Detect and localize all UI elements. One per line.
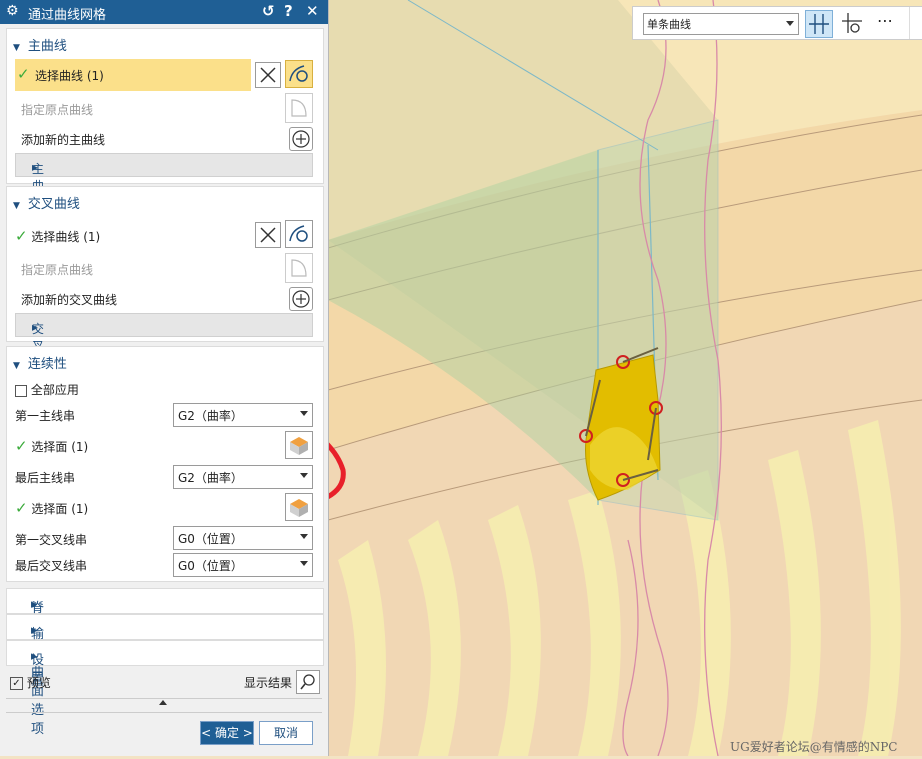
last-primary-label: 最后主线串 [15,471,76,485]
apply-all-checkbox[interactable]: 全部应用 [15,381,79,398]
cross-curves-header[interactable]: ▼ 交叉曲线 [13,193,80,212]
more-options-icon[interactable]: ⋯ [877,11,893,30]
close-button[interactable]: ✕ [306,2,319,20]
last-primary-dropdown[interactable]: G2（曲率） [173,465,313,489]
collapse-up-icon[interactable] [159,700,167,705]
add-cross-curve-icon[interactable] [289,287,313,311]
help-button[interactable]: ? [284,2,293,20]
dropdown-arrow-icon [300,534,308,539]
main-curve-list-toggle[interactable]: ▸ 主曲线列表 [15,153,313,244]
check-icon: ✓ [15,437,28,455]
divider [6,712,322,713]
cross-curves-select-label: 选择曲线 (1) [31,230,101,244]
collapse-triangle-icon: ▼ [13,201,20,211]
select-face-2-row[interactable]: ✓ 选择面 (1) [15,499,88,517]
reset-icon[interactable]: ↺ [262,2,275,20]
cross-curves-select-row[interactable]: ✓ 选择曲线 (1) [15,227,100,245]
first-primary-label: 第一主线串 [15,409,76,423]
add-main-curve-label: 添加新的主曲线 [21,133,106,147]
last-cross-label: 最后交叉线串 [15,559,88,573]
stop-at-intersection-icon[interactable] [839,10,865,36]
watermark-text: UG爱好者论坛@有情感的NPC [730,740,898,754]
show-result-label: 显示结果 [244,676,293,690]
dropdown-arrow-icon [300,473,308,478]
dialog-title: 通过曲线网格 [28,8,107,23]
gear-icon[interactable]: ⚙ [6,3,19,19]
main-origin-curve-label: 指定原点曲线 [21,103,94,117]
continuity-section: ▼ 连续性 全部应用 第一主线串 G2（曲率） ✓ 选择面 (1) 最后主线串 G… [6,346,324,582]
cross-origin-curve-label: 指定原点曲线 [21,263,94,277]
dropdown-arrow-icon [786,21,794,26]
main-curves-select-label: 选择曲线 (1) [35,69,104,83]
dialog-title-bar: ⚙ 通过曲线网格 ↺ ? ✕ [0,0,328,24]
main-curves-header[interactable]: ▼ 主曲线 [13,35,67,54]
dropdown-arrow-icon [300,411,308,416]
first-cross-label: 第一交叉线串 [15,533,88,547]
preview-checkbox[interactable]: ✓ 预览 [10,674,51,691]
continuity-header[interactable]: ▼ 连续性 [13,353,67,372]
first-primary-dropdown[interactable]: G2（曲率） [173,403,313,427]
last-cross-dropdown[interactable]: G0（位置） [173,553,313,577]
cross-curves-section: ▼交叉曲线 ✓ 选择曲线 (1) 指定原点曲线 添加新的交叉曲线 ▸ 交叉曲线列… [6,186,324,421]
curve-select-icon[interactable] [285,220,313,248]
output-options-section[interactable]: ▸ 输出曲面选项 [6,614,324,737]
face-select-icon[interactable] [285,493,313,521]
ok-button[interactable]: < 确定 > [200,721,254,745]
curve-select-icon[interactable] [285,60,313,88]
cancel-button[interactable]: 取消 [259,721,313,745]
main-curves-select-row[interactable]: ✓ 选择曲线 (1) [15,59,251,91]
selection-filter-dropdown[interactable]: 单条曲线 [643,13,799,35]
add-cross-curve-label: 添加新的交叉曲线 [21,293,118,307]
origin-curve-icon[interactable] [285,93,313,123]
spine-section[interactable]: ▸ 脊线 [6,588,324,635]
divider [909,7,910,39]
add-main-curve-icon[interactable] [289,127,313,151]
select-face-1-row[interactable]: ✓ 选择面 (1) [15,437,88,455]
face-select-icon[interactable] [285,431,313,459]
intersection-snap-icon[interactable] [805,10,833,38]
show-result-magnifier-icon[interactable] [296,670,320,694]
model-canvas [7,0,922,757]
divider [6,698,322,699]
origin-curve-icon[interactable] [285,253,313,283]
collapse-triangle-icon: ▼ [13,43,20,53]
reverse-direction-icon[interactable] [255,62,281,88]
reverse-direction-icon[interactable] [255,222,281,248]
first-cross-dropdown[interactable]: G0（位置） [173,526,313,550]
check-icon: ✓ [15,499,28,517]
checkbox-box[interactable] [15,384,27,397]
selection-toolbar: 单条曲线 ⋯ [632,6,922,40]
dropdown-arrow-icon [300,561,308,566]
settings-section[interactable]: ▸ 设置 [6,640,324,687]
dialog-panel: ⚙ 通过曲线网格 ↺ ? ✕ ▼ 主曲线 ✓ 选择曲线 (1) 指定原点曲线 添加… [0,0,329,756]
main-curves-section: ▼主曲线 ✓ 选择曲线 (1) 指定原点曲线 添加新的主曲线 ▸ 主曲线列表 [6,28,324,244]
collapse-triangle-icon: ▼ [13,361,20,371]
check-icon: ✓ [15,227,28,245]
check-icon: ✓ [17,65,30,83]
checkbox-checked-icon[interactable]: ✓ [10,677,23,690]
cross-curve-list-toggle[interactable]: ▸ 交叉曲线列表 [15,313,313,421]
graphics-viewport[interactable] [7,0,922,757]
